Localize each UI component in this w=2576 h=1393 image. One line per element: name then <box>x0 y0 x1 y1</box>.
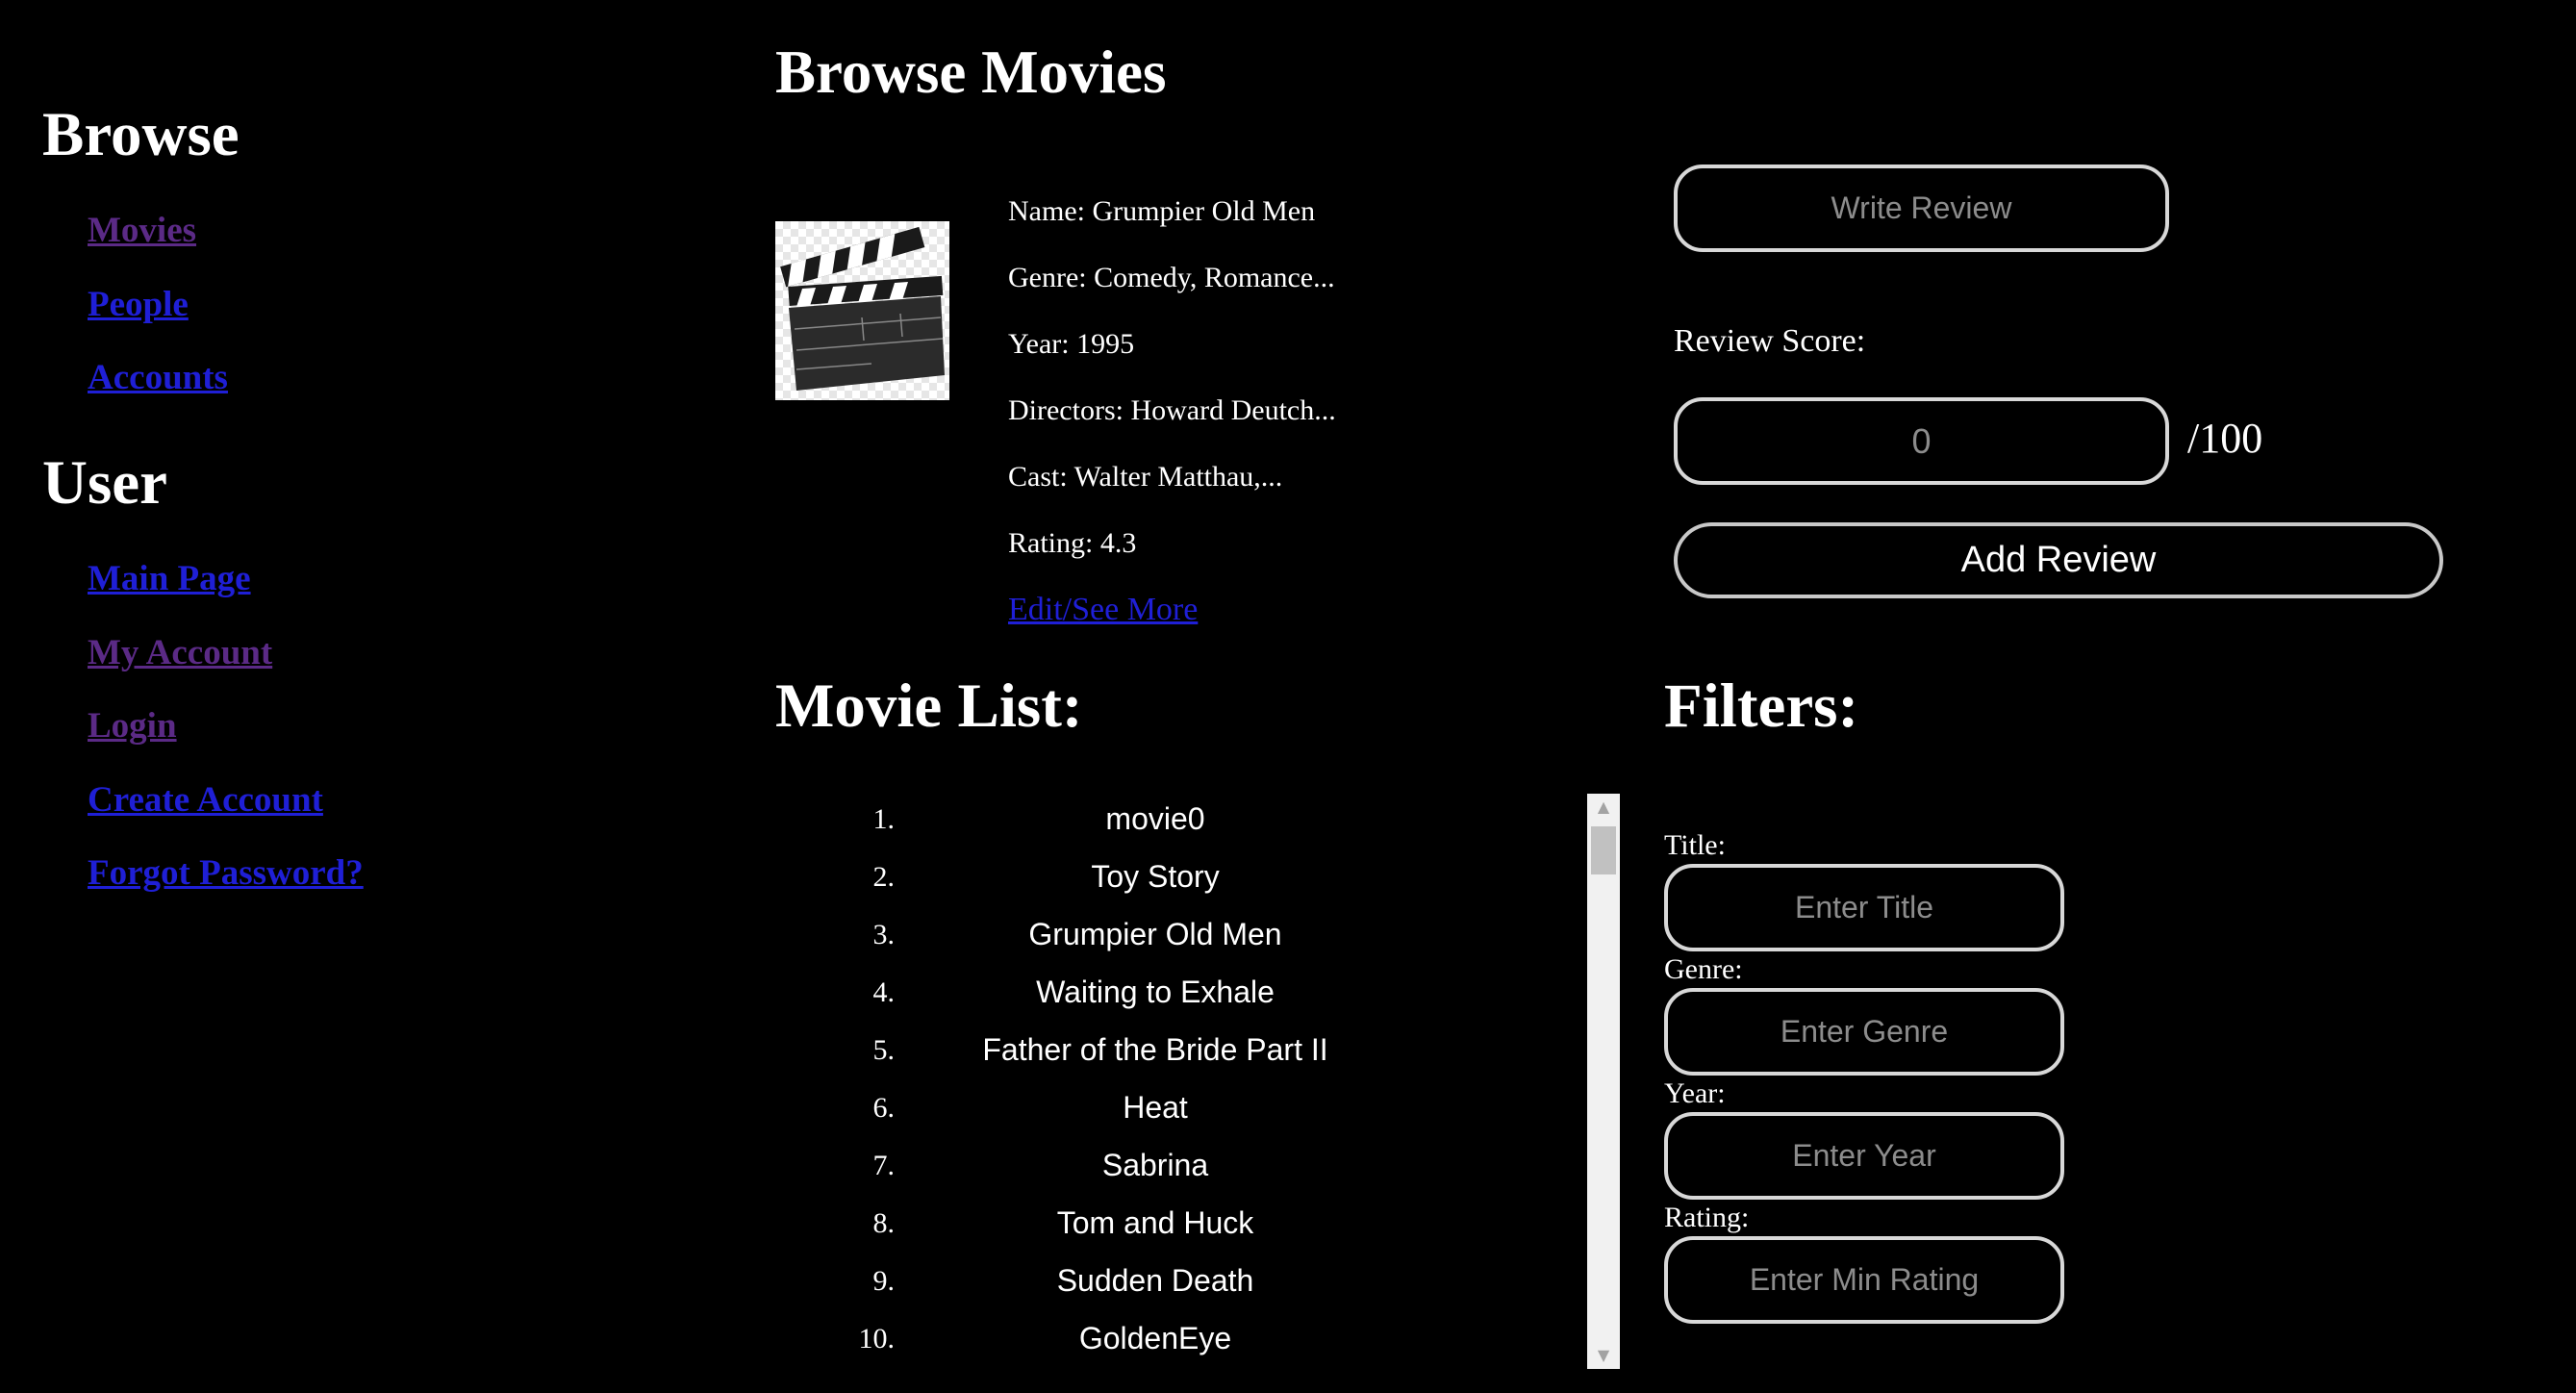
movie-list-name: Sabrina <box>1101 1148 1209 1182</box>
review-score-input[interactable] <box>1674 397 2169 485</box>
movie-info: Name: Grumpier Old Men Genre: Comedy, Ro… <box>1008 192 1336 657</box>
movie-list-number: 7. <box>872 1150 896 1181</box>
movie-list-name: Waiting to Exhale <box>1036 975 1275 1009</box>
review-score-max: /100 <box>2187 415 2263 462</box>
movie-list-item[interactable]: 1. movie0 <box>775 794 1622 851</box>
sidebar-item-accounts: Accounts <box>88 360 228 434</box>
movie-list-container: 1. movie0 2. Toy Story 3. Grumpier Old Men … <box>775 794 1622 1369</box>
movie-cast: Cast: Walter Matthau,... <box>1008 461 1283 493</box>
scrollbar-thumb[interactable] <box>1591 826 1616 874</box>
movies-link[interactable]: Movies <box>88 213 196 248</box>
year-filter-label: Year: <box>1664 1077 1726 1109</box>
movie-list-item[interactable]: 7. Sabrina <box>775 1140 1622 1198</box>
sidebar-item-my-account: My Account <box>88 635 364 709</box>
movie-list-scrollbar[interactable]: ▲ ▼ <box>1587 794 1620 1369</box>
browse-heading: Browse <box>42 100 240 169</box>
movie-list-name: movie0 <box>1105 801 1205 836</box>
movie-year: Year: 1995 <box>1008 328 1135 360</box>
movie-list-item[interactable]: 5. Father of the Bride Part II <box>775 1025 1622 1082</box>
add-review-button[interactable]: Add Review <box>1674 522 2443 598</box>
write-review-input[interactable] <box>1674 165 2169 252</box>
movie-list-name: Sudden Death <box>1056 1263 1254 1298</box>
people-link[interactable]: People <box>88 287 189 322</box>
edit-see-more-link[interactable]: Edit/See More <box>1008 592 1198 627</box>
movie-list-number: 10. <box>858 1323 896 1355</box>
page-title: Browse Movies <box>775 38 1167 106</box>
genre-filter-input[interactable] <box>1664 988 2064 1076</box>
movie-list-item[interactable]: 8. Tom and Huck <box>775 1198 1622 1255</box>
user-heading: User <box>42 448 167 518</box>
movie-poster <box>775 221 949 400</box>
movie-list-number: 6. <box>872 1092 896 1124</box>
movie-name: Name: Grumpier Old Men <box>1008 195 1316 227</box>
movie-directors: Directors: Howard Deutch... <box>1008 394 1336 426</box>
movie-list-number: 2. <box>872 861 896 893</box>
movie-more-row: Edit/See More <box>1008 591 1336 657</box>
movie-list-item[interactable]: 6. Heat <box>775 1082 1622 1140</box>
sidebar-item-people: People <box>88 287 228 361</box>
movie-rating: Rating: 4.3 <box>1008 527 1137 559</box>
sidebar-item-login: Login <box>88 708 364 782</box>
accounts-link[interactable]: Accounts <box>88 360 228 395</box>
movie-list-number: 1. <box>872 803 896 835</box>
movie-list-item[interactable]: 2. Toy Story <box>775 851 1622 909</box>
forgot-password-link[interactable]: Forgot Password? <box>88 855 364 891</box>
filters-title: Filters: <box>1664 671 1859 741</box>
review-score-label: Review Score: <box>1674 323 1866 359</box>
movie-list-number: 3. <box>872 919 896 950</box>
sidebar-item-create-account: Create Account <box>88 782 364 856</box>
browse-links: Movies People Accounts <box>88 213 228 434</box>
movie-list: 1. movie0 2. Toy Story 3. Grumpier Old Men … <box>775 794 1622 1369</box>
title-filter-label: Title: <box>1664 829 1726 861</box>
movie-list-item[interactable]: 3. Grumpier Old Men <box>775 909 1622 967</box>
movie-list-number: 9. <box>872 1265 896 1297</box>
user-links: Main Page My Account Login Create Accoun… <box>88 561 364 929</box>
movie-list-number: 8. <box>872 1207 896 1239</box>
sidebar-item-forgot-password: Forgot Password? <box>88 855 364 929</box>
create-account-link[interactable]: Create Account <box>88 782 323 818</box>
scroll-down-icon[interactable]: ▼ <box>1587 1342 1620 1369</box>
sidebar-item-main-page: Main Page <box>88 561 364 635</box>
rating-filter-label: Rating: <box>1664 1202 1750 1233</box>
clapperboard-icon <box>780 226 945 391</box>
scroll-up-icon[interactable]: ▲ <box>1587 794 1620 821</box>
rating-filter-input[interactable] <box>1664 1236 2064 1324</box>
movie-list-item[interactable]: 9. Sudden Death <box>775 1255 1622 1313</box>
movie-list-name: Tom and Huck <box>1056 1205 1254 1240</box>
login-link[interactable]: Login <box>88 708 177 744</box>
movie-list-name: Heat <box>1123 1090 1188 1125</box>
movie-list-number: 5. <box>872 1034 896 1066</box>
movie-list-number: 4. <box>872 976 896 1008</box>
title-filter-input[interactable] <box>1664 864 2064 951</box>
movie-list-item[interactable]: 10. GoldenEye <box>775 1313 1622 1369</box>
main-page-link[interactable]: Main Page <box>88 561 251 596</box>
movie-list-title: Movie List: <box>775 671 1083 741</box>
movie-list-item[interactable]: 4. Waiting to Exhale <box>775 967 1622 1025</box>
movie-list-name: GoldenEye <box>1078 1321 1232 1355</box>
movie-list-name: Father of the Bride Part II <box>982 1032 1328 1067</box>
movie-list-name: Toy Story <box>1091 859 1220 894</box>
sidebar-item-movies: Movies <box>88 213 228 287</box>
movie-list-name: Grumpier Old Men <box>1028 917 1282 951</box>
movie-genre: Genre: Comedy, Romance... <box>1008 262 1335 293</box>
genre-filter-label: Genre: <box>1664 953 1743 985</box>
year-filter-input[interactable] <box>1664 1112 2064 1200</box>
my-account-link[interactable]: My Account <box>88 635 272 671</box>
